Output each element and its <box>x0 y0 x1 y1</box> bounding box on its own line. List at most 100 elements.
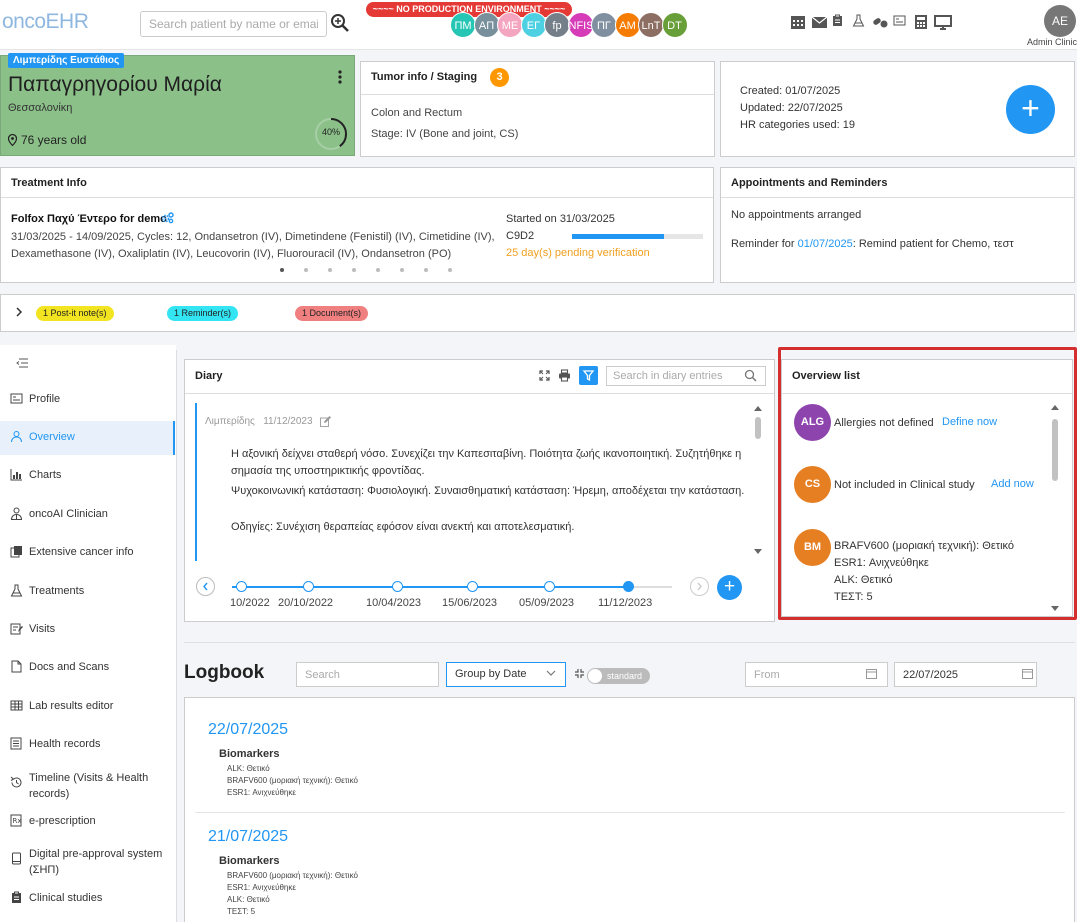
timeline-date[interactable]: 11/12/2023 <box>598 597 652 609</box>
sidebar-item-overview[interactable]: Overview <box>0 421 175 455</box>
collapse-sidebar-icon[interactable] <box>16 358 29 368</box>
tumor-info-title[interactable]: Tumor info / Staging <box>371 71 477 83</box>
overview-scrollbar[interactable] <box>1049 403 1061 613</box>
chevron-left-icon <box>197 578 214 595</box>
user-avatar[interactable]: ΑΕ <box>1044 5 1076 37</box>
sidebar-item-lab-results-editor[interactable]: Lab results editor <box>0 690 175 724</box>
sidebar-item-extensive-cancer-info[interactable]: Extensive cancer info <box>0 536 175 570</box>
timeline-node[interactable] <box>392 581 403 592</box>
collapse-all-icon[interactable] <box>574 668 585 679</box>
logbook-entry: ALK: Θετικό <box>227 895 270 904</box>
sidebar-item-e-prescription[interactable]: Rx e-prescription <box>0 805 175 839</box>
sidebar-item-clinical-studies[interactable]: Clinical studies <box>0 882 175 916</box>
timeline-node[interactable] <box>303 581 314 592</box>
pager-dot[interactable] <box>448 268 452 272</box>
documents-badge[interactable]: 1 Document(s) <box>295 306 369 321</box>
user-chip[interactable]: ΜΕ <box>497 12 523 38</box>
id-card-icon[interactable] <box>893 14 911 32</box>
to-date-input[interactable] <box>894 662 1037 687</box>
overview-avatar: CS <box>794 466 831 503</box>
calculator-icon[interactable] <box>913 14 931 32</box>
sidebar-item-health-records[interactable]: Health records <box>0 728 175 762</box>
pager-dot[interactable] <box>400 268 404 272</box>
reminders-badge[interactable]: 1 Reminder(s) <box>167 306 239 321</box>
user-chip[interactable]: LnT <box>638 12 664 38</box>
calendar-icon[interactable] <box>790 14 808 32</box>
timeline-date[interactable]: 10/04/2023 <box>366 597 421 609</box>
diary-search-input[interactable] <box>606 366 766 386</box>
pager-dot[interactable] <box>280 268 284 272</box>
edit-icon[interactable] <box>320 416 331 427</box>
list-icon <box>10 737 23 750</box>
reminder-line: Reminder for 01/07/2025: Remind patient … <box>731 238 1014 250</box>
user-chip[interactable]: DT <box>661 12 688 38</box>
logbook-search-input[interactable] <box>296 662 439 687</box>
logbook-day-date[interactable]: 22/07/2025 <box>208 721 288 739</box>
flask-icon[interactable] <box>852 14 870 32</box>
define-now-link[interactable]: Define now <box>942 416 997 428</box>
print-icon[interactable] <box>558 369 571 382</box>
calendar-icon[interactable] <box>866 668 877 679</box>
postit-notes-badge[interactable]: 1 Post-it note(s) <box>36 306 114 321</box>
timeline-node[interactable] <box>467 581 478 592</box>
timeline-node[interactable] <box>623 581 634 592</box>
chevron-right-icon[interactable] <box>14 306 24 318</box>
diary-paragraph: Ψυχοκοινωνική κατάσταση: Φυσιολογική. Συ… <box>231 485 745 497</box>
timeline-node[interactable] <box>236 581 247 592</box>
timeline-prev-button[interactable] <box>196 577 215 596</box>
treatment-pager[interactable] <box>280 261 472 275</box>
diary-paragraph: Η αξονική δείχνει σταθερή νόσο. Συνεχίζε… <box>231 448 742 477</box>
sidebar-item-oncoai-clinician[interactable]: oncoAI Clinician <box>0 498 175 532</box>
pager-dot[interactable] <box>376 268 380 272</box>
search-icon[interactable] <box>744 369 757 382</box>
logbook-entry: ESR1: Ανιχνεύθηκε <box>227 788 296 797</box>
person-icon <box>10 430 23 443</box>
user-chip[interactable]: ΠΓ <box>591 12 617 38</box>
sidebar-item-timeline-visits-health-records[interactable]: Timeline (Visits & Health records) <box>0 767 175 801</box>
user-chip[interactable]: NFIS <box>567 12 594 38</box>
sidebar-item-visits[interactable]: Visits <box>0 613 175 647</box>
reminder-date-link[interactable]: 01/07/2025 <box>798 238 853 250</box>
timeline-node[interactable] <box>544 581 555 592</box>
diary-scrollbar[interactable] <box>753 405 763 555</box>
sidebar-item-charts[interactable]: Charts <box>0 459 175 493</box>
treatment-name[interactable]: Folfox Παχύ Έντερο for demo <box>11 213 167 225</box>
timeline-next-button[interactable] <box>690 577 709 596</box>
pager-dot[interactable] <box>304 268 308 272</box>
toggle-knob <box>588 669 602 683</box>
patient-search-input[interactable] <box>140 11 327 37</box>
sidebar-item-treatments[interactable]: Treatments <box>0 575 175 609</box>
user-chip[interactable]: ΠΜ <box>450 12 476 38</box>
sidebar-item-label: Digital pre-approval system (ΣΗΠ) <box>29 848 163 876</box>
calendar-icon[interactable] <box>1022 668 1033 679</box>
user-chip[interactable]: ΑΜ <box>614 12 641 38</box>
timeline-date[interactable]: 10/2022 <box>230 597 270 609</box>
monitor-icon[interactable] <box>933 14 952 32</box>
pager-dot[interactable] <box>424 268 428 272</box>
mail-icon[interactable] <box>811 14 829 32</box>
user-chip[interactable]: ΕΓ <box>520 12 547 38</box>
add-button[interactable]: + <box>1006 85 1055 134</box>
add-now-link[interactable]: Add now <box>991 478 1034 490</box>
pills-icon[interactable] <box>872 14 890 32</box>
app-logo[interactable]: oncoEHR <box>2 10 89 34</box>
pager-dot[interactable] <box>352 268 356 272</box>
clipboard-icon[interactable] <box>831 14 849 32</box>
search-icon[interactable] <box>330 13 350 33</box>
filter-icon[interactable] <box>579 366 598 385</box>
expand-icon[interactable] <box>539 370 550 381</box>
timeline-date[interactable]: 15/06/2023 <box>442 597 497 609</box>
pager-dot[interactable] <box>328 268 332 272</box>
sidebar-item-profile[interactable]: Profile <box>0 383 175 417</box>
gears-icon[interactable] <box>161 212 174 224</box>
logbook-day-date[interactable]: 21/07/2025 <box>208 828 288 846</box>
more-options-icon[interactable] <box>337 70 343 84</box>
user-chip[interactable]: ΑΠ <box>473 12 500 38</box>
chart-icon <box>10 468 23 481</box>
sidebar-item-docs-and-scans[interactable]: Docs and Scans <box>0 651 175 685</box>
timeline-date[interactable]: 05/09/2023 <box>519 597 574 609</box>
timeline-date[interactable]: 20/10/2022 <box>278 597 333 609</box>
add-diary-entry-button[interactable]: + <box>717 575 742 600</box>
sidebar-item-digital-pre-approval-system[interactable]: Digital pre-approval system (ΣΗΠ) <box>0 843 175 877</box>
user-chip[interactable]: fp <box>544 12 570 38</box>
